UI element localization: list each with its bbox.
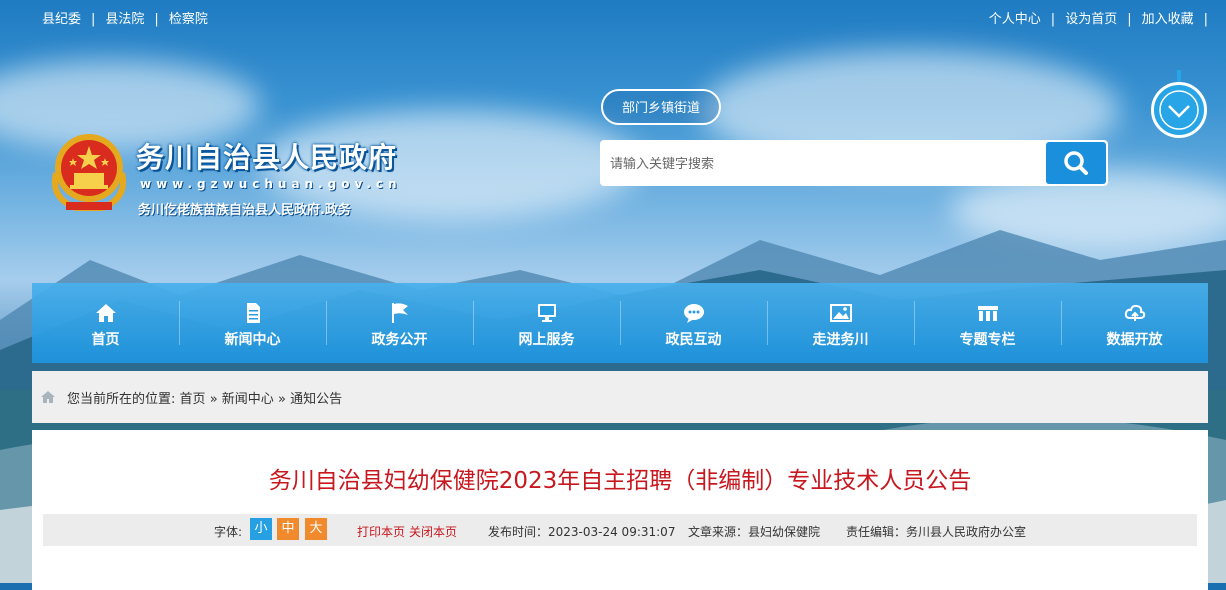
- link-county-discipline[interactable]: 县纪委: [42, 12, 81, 27]
- nav-label: 新闻中心: [224, 332, 281, 348]
- separator: |: [1127, 12, 1132, 27]
- print-page-link[interactable]: 打印本页: [357, 523, 405, 540]
- nav-label: 政民互动: [665, 332, 722, 348]
- monitor-icon: [537, 304, 556, 322]
- article-meta-bar: 字体: 小 中 大 打印本页 关闭本页 发布时间：2023-03-24 09:3…: [43, 514, 1197, 546]
- separator: |: [154, 12, 159, 27]
- home-icon: [95, 304, 116, 322]
- nav-item-news-center[interactable]: 新闻中心: [179, 283, 326, 363]
- breadcrumb-trail: 您当前所在的位置: 首页 » 新闻中心 » 通知公告: [67, 388, 342, 407]
- link-procuratorate[interactable]: 检察院: [169, 12, 208, 27]
- home-icon: [41, 391, 55, 403]
- nav-item-interaction[interactable]: 政民互动: [620, 283, 767, 363]
- separator: |: [1050, 12, 1056, 27]
- search-button[interactable]: [1046, 142, 1106, 184]
- nav-label: 走进务川: [812, 332, 869, 348]
- breadcrumb-link-home[interactable]: 首页: [180, 392, 206, 407]
- breadcrumb-link-notices[interactable]: 通知公告: [290, 392, 342, 407]
- picture-icon: [829, 304, 852, 322]
- font-size-label: 字体:: [214, 525, 243, 539]
- responsible-editor: 责任编辑：务川县人民政府办公室: [846, 525, 1027, 539]
- columns-icon: [977, 306, 998, 321]
- font-size-large-button[interactable]: 大: [305, 518, 327, 540]
- separator: |: [1203, 12, 1208, 27]
- top-left-links: 县纪委 | 县法院 | 检察院: [42, 8, 208, 27]
- nav-item-open-data[interactable]: 数据开放: [1061, 283, 1208, 363]
- nav-item-explore-wuchuan[interactable]: 走进务川: [767, 283, 914, 363]
- breadcrumb-separator: »: [209, 392, 218, 407]
- breadcrumb-separator: »: [277, 392, 286, 407]
- nav-label: 网上服务: [518, 332, 575, 348]
- nav-label: 专题专栏: [959, 332, 1016, 348]
- top-right-links: 个人中心 | 设为首页 | 加入收藏 |: [989, 8, 1218, 27]
- search-input[interactable]: [600, 140, 1046, 186]
- site-subtitle: 务川仡佬族苗族自治县人民政府.政务: [138, 203, 351, 218]
- nav-label: 首页: [91, 332, 120, 348]
- search-box: [600, 140, 1108, 186]
- close-page-link[interactable]: 关闭本页: [409, 523, 457, 540]
- font-size-medium-button[interactable]: 中: [277, 518, 299, 540]
- site-title: 务川自治县人民政府: [136, 141, 398, 174]
- nav-label: 政务公开: [371, 332, 428, 348]
- article-source: 文章来源：县妇幼保健院: [688, 525, 821, 539]
- national-emblem-logo: [52, 134, 126, 211]
- link-personal-center[interactable]: 个人中心: [989, 12, 1041, 27]
- breadcrumb: 您当前所在的位置: 首页 » 新闻中心 » 通知公告: [32, 371, 1208, 423]
- search-icon: [1064, 151, 1088, 175]
- link-county-court[interactable]: 县法院: [105, 12, 144, 27]
- separator: |: [91, 12, 96, 27]
- link-add-favorite[interactable]: 加入收藏: [1142, 12, 1194, 27]
- article-title: 务川自治县妇幼保健院2023年自主招聘（非编制）专业技术人员公告: [268, 468, 972, 494]
- article-panel: 务川自治县妇幼保健院2023年自主招聘（非编制）专业技术人员公告 字体: 小 中…: [32, 430, 1208, 590]
- nav-item-special-topics[interactable]: 专题专栏: [914, 283, 1061, 363]
- nav-item-home[interactable]: 首页: [32, 283, 179, 363]
- breadcrumb-prefix: 您当前所在的位置:: [67, 392, 176, 407]
- top-bar: 县纪委 | 县法院 | 检察院 个人中心 | 设为首页 | 加入收藏 |: [0, 0, 1226, 32]
- chevron-down-icon: [1159, 90, 1199, 130]
- publish-time: 发布时间：2023-03-24 09:31:07: [488, 525, 676, 539]
- breadcrumb-link-news-center[interactable]: 新闻中心: [222, 392, 274, 407]
- main-nav: 首页 新闻中心 政务公开 网上服务 政民互动 走进务川 专题专栏 数据开放: [32, 283, 1208, 363]
- chat-icon: [683, 304, 704, 323]
- flag-icon: [391, 303, 408, 323]
- cloud-icon: [1124, 304, 1145, 321]
- scroll-down-button[interactable]: [1151, 82, 1207, 138]
- font-size-small-button[interactable]: 小: [250, 518, 272, 540]
- site-url: www.gzwuchuan.gov.cn: [140, 177, 402, 191]
- nav-label: 数据开放: [1106, 332, 1163, 348]
- nav-item-online-services[interactable]: 网上服务: [473, 283, 620, 363]
- nav-item-government-affairs[interactable]: 政务公开: [326, 283, 473, 363]
- link-set-homepage[interactable]: 设为首页: [1065, 12, 1117, 27]
- document-icon: [246, 303, 260, 323]
- department-town-button[interactable]: 部门乡镇街道: [601, 89, 721, 125]
